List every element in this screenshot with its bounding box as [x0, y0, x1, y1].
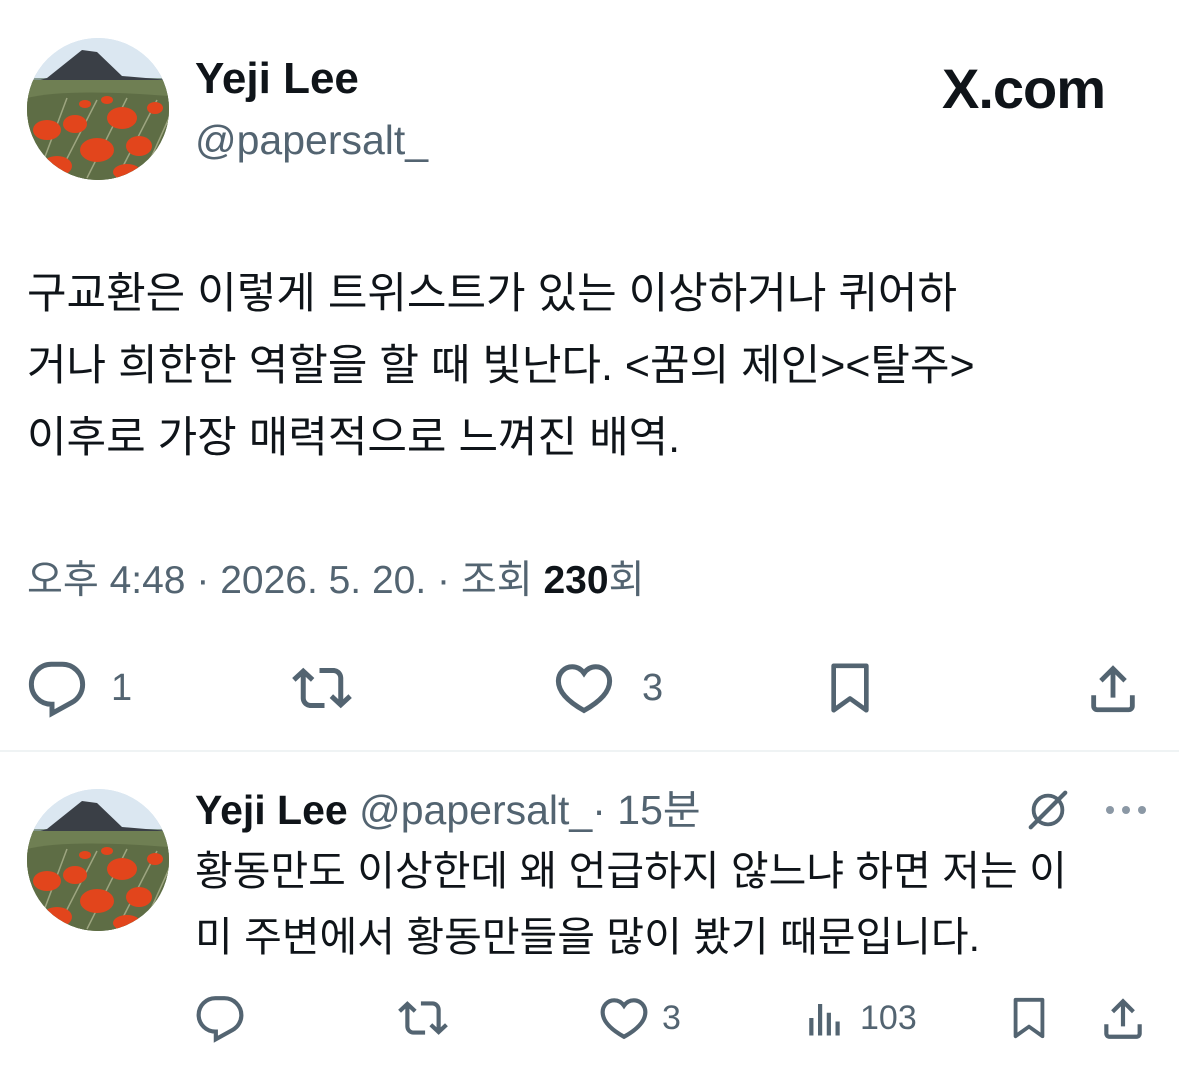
grok-icon — [1028, 790, 1068, 830]
reply-avatar[interactable] — [27, 789, 169, 931]
reply-text-line: 미 주변에서 황동만들을 많이 봤기 때문입니다. — [195, 914, 981, 960]
reply-like-button[interactable]: 3 — [598, 992, 681, 1044]
share-icon — [1104, 998, 1142, 1039]
bookmark-icon — [1013, 997, 1045, 1039]
like-count: 3 — [642, 666, 664, 709]
reply-like-count: 3 — [662, 998, 681, 1037]
reply-icon — [196, 996, 244, 1043]
tweet-meta: 오후 4:48 · 2026. 5. 20. · 조회 230회 — [27, 555, 644, 607]
reply-bookmark-button[interactable] — [1006, 990, 1052, 1046]
reply-author-name[interactable]: Yeji Lee — [195, 787, 348, 833]
more-icon — [1106, 806, 1146, 814]
reply-text: 황동만도 이상한데 왜 언급하지 않느냐 하면 저는 이 미 주변에서 황동만들… — [195, 838, 1067, 970]
reply-count: 1 — [111, 666, 133, 709]
reply-text-line: 황동만도 이상한데 왜 언급하지 않느냐 하면 저는 이 — [195, 848, 1067, 894]
divider — [0, 750, 1179, 752]
reply-reply-button[interactable] — [195, 992, 245, 1044]
author-name[interactable]: Yeji Lee — [195, 52, 359, 106]
share-button[interactable] — [1084, 656, 1142, 720]
reply-time[interactable]: · 15분 — [592, 787, 700, 833]
retweet-button[interactable] — [290, 658, 354, 718]
tweet-date[interactable]: 2026. 5. 20. — [220, 559, 426, 602]
share-icon — [1091, 665, 1135, 713]
reply-views-count: 103 — [860, 998, 917, 1037]
reply-button[interactable]: 1 — [27, 658, 132, 718]
bookmark-icon — [831, 663, 869, 713]
retweet-icon — [292, 667, 352, 709]
views-icon — [809, 1004, 840, 1036]
retweet-icon — [398, 1001, 448, 1035]
like-icon — [600, 998, 648, 1040]
tweet-text-line: 거나 희한한 역할을 할 때 빛난다. <꿈의 제인><탈주> — [27, 342, 975, 390]
author-handle[interactable]: @papersalt_ — [195, 114, 428, 166]
avatar[interactable] — [27, 38, 169, 180]
views-prefix: 조회 — [460, 559, 544, 602]
views-count: 230 — [543, 559, 609, 602]
more-button[interactable] — [1100, 788, 1152, 832]
views-suffix: 회 — [608, 559, 645, 602]
tweet-text-line: 구교환은 이렇게 트위스트가 있는 이상하거나 퀴어하 — [27, 270, 958, 318]
meta-separator: · — [426, 559, 461, 602]
tweet-time[interactable]: 오후 4:48 — [27, 559, 186, 602]
reply-header: Yeji Lee @papersalt_· 15분 — [195, 784, 701, 836]
reply-icon — [28, 661, 86, 718]
meta-separator: · — [185, 559, 221, 602]
reply-author-handle[interactable]: @papersalt_ — [359, 787, 592, 833]
avatar-image — [27, 789, 169, 931]
bookmark-button[interactable] — [822, 656, 878, 720]
reply-share-button[interactable] — [1098, 990, 1148, 1046]
like-button[interactable]: 3 — [554, 658, 663, 718]
grok-button[interactable] — [1024, 786, 1072, 834]
like-icon — [555, 664, 613, 714]
reply-views-button[interactable]: 103 — [804, 992, 917, 1044]
tweet-text: 구교환은 이렇게 트위스트가 있는 이상하거나 퀴어하 거나 희한한 역할을 할… — [27, 258, 1167, 474]
x-logo: X.com — [942, 57, 1106, 120]
reply-retweet-button[interactable] — [396, 992, 450, 1044]
tweet-text-line: 이후로 가장 매력적으로 느껴진 배역. — [27, 414, 681, 462]
avatar-image — [27, 38, 169, 180]
